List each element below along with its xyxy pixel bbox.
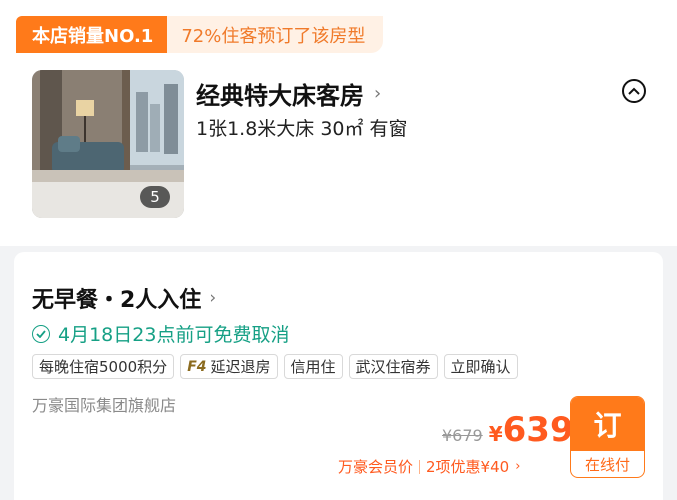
top-seller-badge: 本店销量NO.1 [16,16,168,53]
booking-share-badge: 72%住客预订了该房型 [167,16,384,53]
check-circle-icon [32,324,50,343]
book-label: 订 [571,397,644,451]
pay-online-label: 在线付 [584,455,630,474]
room-title-row[interactable]: 经典特大床客房 › [196,76,381,111]
free-cancel-text: 4月18日23点前可免费取消 [58,324,290,346]
chip-label: 信用住 [290,358,336,376]
member-discount-row[interactable]: 万豪会员价 2项优惠¥40 › [338,456,520,477]
shop-name: 万豪国际集团旗舰店 [32,396,177,415]
current-price: ¥639 [489,410,574,450]
cancel-policy-row: 4月18日23点前可免费取消 [32,320,289,347]
divider [419,459,421,474]
sales-tags: 本店销量NO.1 72%住客预订了该房型 [16,16,384,53]
price-value: 639 [502,410,574,450]
chip-label: 立即确认 [450,358,511,376]
f4-badge: F4 [187,358,207,375]
chevron-up-icon [628,87,640,95]
chevron-up-circle-icon[interactable] [622,79,646,103]
benefit-chips: 每晚住宿5000积分 F4 延迟退房 信用住 武汉住宿券 立即确认 [32,354,518,379]
book-button[interactable]: 订 在线付 [570,396,645,478]
room-title: 经典特大床客房 [196,82,364,110]
photo-count-badge: 5 [140,186,170,208]
price-row: ¥679 ¥639 [442,410,574,450]
room-photo[interactable]: 5 [32,70,184,218]
check-icon [36,329,46,338]
benefit-chip: 立即确认 [443,354,518,379]
member-price-label: 万豪会员价 [338,458,414,476]
chip-label: 武汉住宿券 [355,358,431,376]
currency-symbol: ¥ [488,422,503,446]
benefit-chip: 武汉住宿券 [348,354,438,379]
benefit-chip: 信用住 [283,354,343,379]
chevron-right-icon: › [209,288,217,308]
original-price: ¥679 [442,426,483,445]
benefit-chip: 每晚住宿5000积分 [32,354,175,379]
room-specs: 1张1.8米大床 30㎡ 有窗 [196,118,408,140]
rate-plan-card[interactable]: 无早餐・2人入住 › 4月18日23点前可免费取消 每晚住宿5000积分 F4 … [14,252,663,500]
chevron-right-icon: › [374,83,382,104]
chip-label: 每晚住宿5000积分 [39,358,168,376]
chevron-right-icon: › [515,459,521,474]
chip-label: 延迟退房 [210,358,271,376]
meal-occupancy-title: 无早餐・2人入住 [32,288,202,313]
discount-summary: 2项优惠¥40 [426,458,510,476]
room-card: 本店销量NO.1 72%住客预订了该房型 5 经典特大床客房 › 1张1.8米大… [0,0,677,246]
meal-row[interactable]: 无早餐・2人入住 › [32,282,216,314]
benefit-chip: F4 延迟退房 [180,354,278,379]
